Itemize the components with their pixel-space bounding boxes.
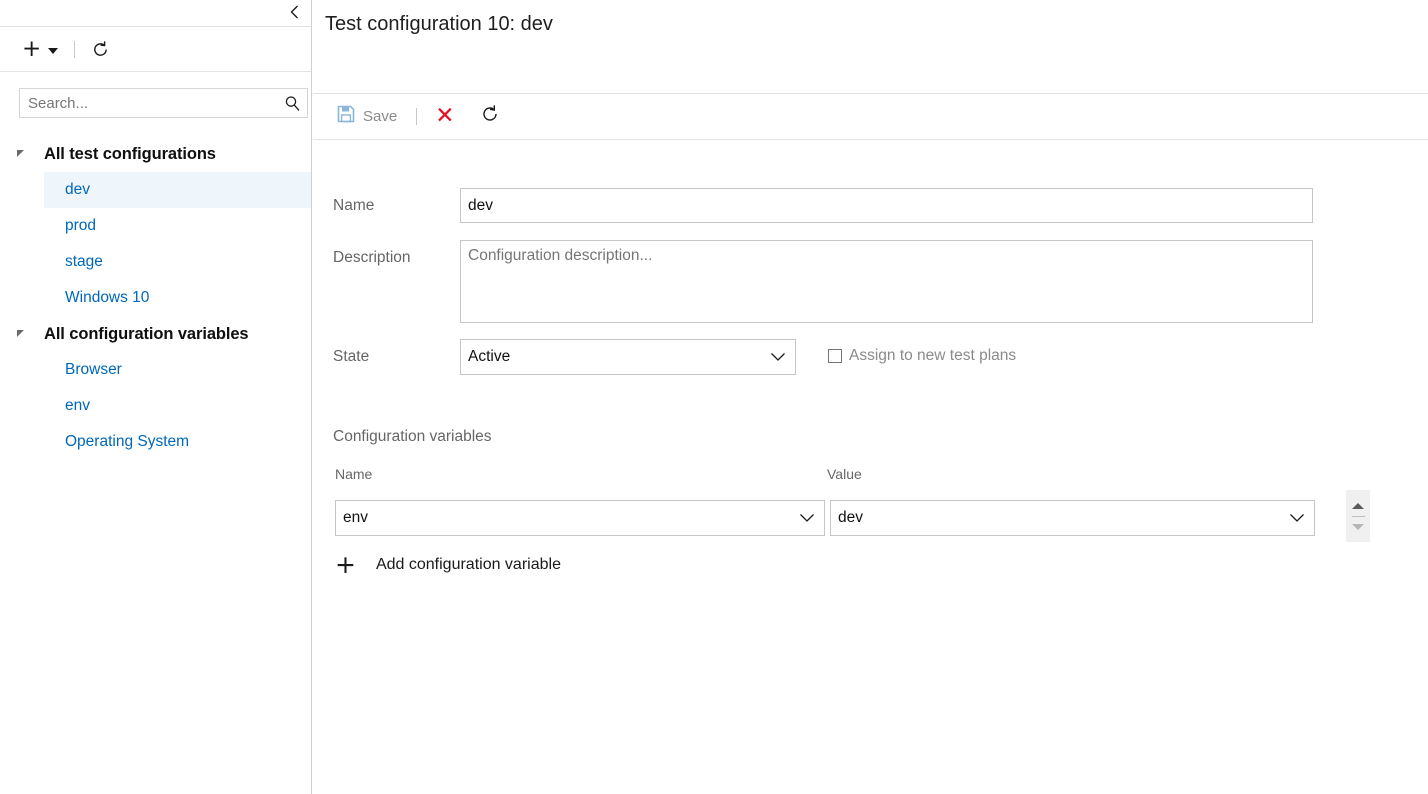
refresh-button[interactable] bbox=[480, 102, 500, 132]
toolbar-divider bbox=[74, 40, 76, 58]
save-floppy-icon bbox=[337, 105, 355, 128]
configuration-variables-title: Configuration variables bbox=[333, 428, 492, 445]
refresh-icon[interactable] bbox=[91, 40, 110, 59]
tree-item-browser[interactable]: Browser bbox=[0, 352, 311, 388]
delete-x-icon[interactable]: ✕ bbox=[435, 105, 454, 128]
triangle-up-icon[interactable] bbox=[1352, 502, 1364, 509]
tree-item-label: dev bbox=[65, 181, 90, 198]
configuration-tree: All test configurations dev prod stage W… bbox=[0, 136, 311, 460]
name-input[interactable] bbox=[460, 188, 1313, 223]
tree-item-label: stage bbox=[65, 253, 103, 270]
page-title: Test configuration 10: dev bbox=[325, 13, 553, 35]
command-bar-divider bbox=[416, 108, 418, 125]
tree-item-label: env bbox=[65, 397, 90, 414]
tree-item-label: Browser bbox=[65, 361, 122, 378]
spinner-divider bbox=[1351, 515, 1365, 517]
caret-down-icon[interactable] bbox=[48, 47, 59, 54]
variable-name-value: env bbox=[343, 509, 368, 526]
triangle-expanded-icon bbox=[17, 150, 24, 157]
variable-value-value: dev bbox=[838, 509, 863, 526]
search-box bbox=[19, 88, 308, 118]
search-input[interactable] bbox=[20, 89, 277, 117]
column-header-value: Value bbox=[827, 466, 862, 482]
add-configuration-variable-label: Add configuration variable bbox=[375, 555, 561, 573]
add-configuration-variable-button[interactable]: + Add configuration variable bbox=[335, 552, 561, 577]
checkbox-unchecked-icon bbox=[828, 349, 842, 363]
assign-to-new-test-plans-checkbox[interactable]: Assign to new test plans bbox=[828, 347, 1016, 365]
column-header-name: Name bbox=[335, 466, 373, 482]
tree-item-env[interactable]: env bbox=[0, 388, 311, 424]
variable-order-spinner bbox=[1346, 490, 1370, 542]
name-field-label: Name bbox=[333, 197, 375, 214]
tree-item-prod[interactable]: prod bbox=[0, 208, 311, 244]
assign-to-new-test-plans-label: Assign to new test plans bbox=[849, 347, 1017, 364]
chevron-left-icon[interactable] bbox=[283, 1, 305, 23]
sidebar-panel: + All test config bbox=[0, 0, 312, 794]
sidebar-toolbar: + bbox=[0, 27, 311, 72]
tree-item-label: Operating System bbox=[65, 433, 190, 450]
tree-item-dev[interactable]: dev bbox=[44, 172, 311, 208]
plus-icon: + bbox=[335, 550, 356, 579]
variable-value-select[interactable]: dev bbox=[830, 500, 1315, 536]
tree-group-label: All test configurations bbox=[44, 144, 216, 163]
tree-item-stage[interactable]: stage bbox=[0, 244, 311, 280]
plus-icon[interactable]: + bbox=[22, 37, 41, 61]
tree-item-label: Windows 10 bbox=[65, 289, 150, 306]
triangle-expanded-icon bbox=[17, 330, 24, 337]
variable-name-select[interactable]: env bbox=[335, 500, 825, 536]
chevron-down-icon bbox=[761, 352, 795, 362]
save-button-label: Save bbox=[363, 108, 398, 125]
state-field-label: State bbox=[333, 348, 370, 365]
refresh-icon bbox=[480, 104, 500, 129]
state-select-value: Active bbox=[468, 348, 511, 365]
app-root: + All test config bbox=[0, 0, 1428, 794]
sidebar-collapse-row bbox=[0, 0, 311, 27]
tree-item-windows-10[interactable]: Windows 10 bbox=[0, 280, 311, 316]
search-icon[interactable] bbox=[277, 89, 307, 117]
tree-item-operating-system[interactable]: Operating System bbox=[0, 424, 311, 460]
tree-group-all-configuration-variables[interactable]: All configuration variables bbox=[0, 316, 311, 352]
tree-group-label: All configuration variables bbox=[44, 324, 249, 343]
tree-item-label: prod bbox=[65, 217, 97, 234]
description-field-label: Description bbox=[333, 249, 411, 266]
state-select[interactable]: Active bbox=[460, 339, 796, 375]
command-bar: Save ✕ bbox=[313, 93, 1428, 140]
tree-group-all-test-configurations[interactable]: All test configurations bbox=[0, 136, 311, 172]
detail-panel: Test configuration 10: dev Save ✕ Name d… bbox=[313, 0, 1428, 794]
save-button[interactable]: Save bbox=[337, 102, 397, 132]
description-input[interactable] bbox=[460, 240, 1313, 323]
chevron-down-icon bbox=[790, 513, 824, 523]
chevron-down-icon bbox=[1280, 513, 1314, 523]
triangle-down-icon[interactable] bbox=[1352, 523, 1364, 530]
